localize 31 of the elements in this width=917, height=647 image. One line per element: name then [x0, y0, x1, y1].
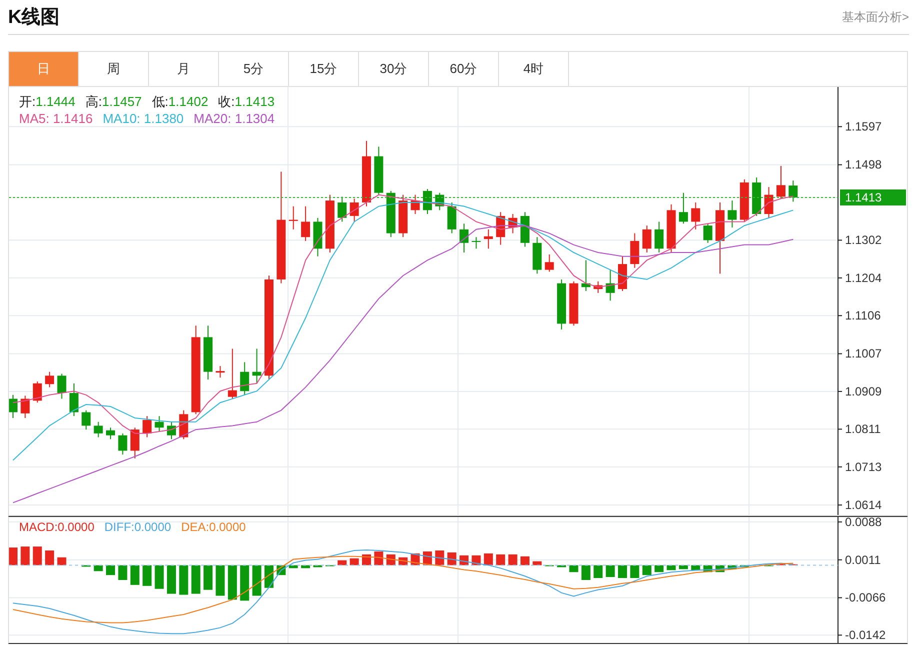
axis-label: 1.1498 — [845, 158, 882, 172]
axis-label: 1.1106 — [845, 308, 881, 323]
axis-label: 1.0614 — [845, 498, 882, 512]
indicator-value: MACD:0.0000 — [19, 520, 94, 534]
axis-label: 1.0909 — [845, 384, 882, 398]
ohlc-value: 1.1402 — [168, 93, 208, 110]
axis-label: 1.1302 — [845, 233, 882, 248]
axis-label: 1.1007 — [845, 346, 882, 361]
axis-label: 1.0713 — [845, 460, 882, 474]
ohlc-value: 1.1444 — [36, 93, 76, 110]
ohlc-label: 收: — [218, 93, 235, 110]
axis-label: 0.0088 — [845, 517, 882, 529]
axis-label: -0.0066 — [845, 590, 886, 605]
last-price-label: 1.1413 — [840, 189, 906, 206]
indicator-value: DIFF:0.0000 — [104, 520, 172, 534]
ohlc-label: 低: — [152, 93, 168, 110]
ohlc-label: 开: — [19, 93, 36, 110]
ohlc-label: 高: — [85, 93, 102, 110]
indicator-value: DEA:0.0000 — [181, 520, 246, 534]
ohlc-value: 1.1413 — [234, 93, 275, 110]
axis-label: -0.0142 — [845, 628, 886, 642]
axis-label: 1.1597 — [845, 120, 882, 134]
moving-average-value: MA20: 1.1304 — [194, 110, 275, 127]
ohlc-value: 1.1457 — [102, 93, 142, 110]
page-title: K线图 — [8, 6, 60, 30]
moving-average-value: MA5: 1.1416 — [19, 110, 93, 127]
axis-label: 1.0811 — [845, 422, 881, 436]
axis-label: 0.0011 — [845, 552, 881, 567]
axis-label: 1.1204 — [845, 270, 882, 285]
moving-average-value: MA10: 1.1380 — [102, 110, 184, 127]
y-tick-label: 1.1413 — [845, 190, 882, 204]
